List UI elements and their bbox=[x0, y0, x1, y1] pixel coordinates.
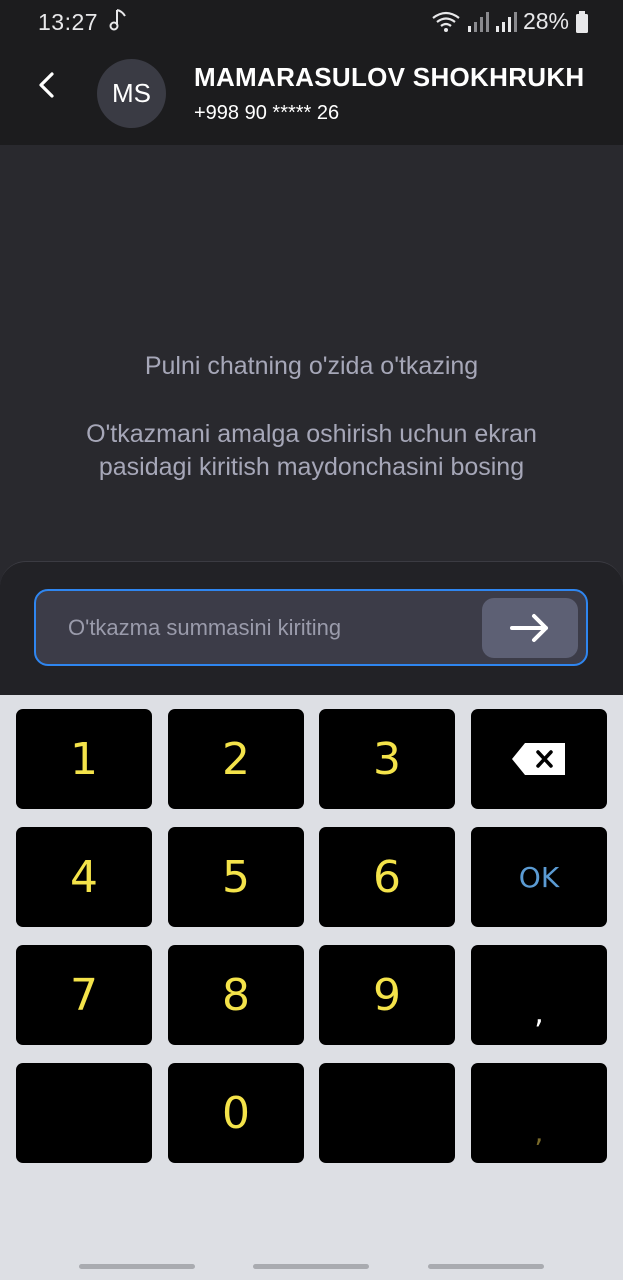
music-note-icon bbox=[109, 9, 126, 31]
key-7[interactable]: 7 bbox=[16, 945, 152, 1045]
wifi-icon bbox=[432, 11, 460, 32]
amount-panel bbox=[0, 561, 623, 702]
key-label: 7 bbox=[70, 969, 98, 1021]
key-8[interactable]: 8 bbox=[168, 945, 304, 1045]
key-blank[interactable] bbox=[319, 1063, 455, 1163]
contact-name: MAMARASULOV SHOKHRUKH bbox=[194, 62, 585, 92]
key-ok[interactable]: OK bbox=[471, 827, 607, 927]
send-button[interactable] bbox=[482, 598, 578, 658]
status-icons: 28% bbox=[431, 8, 589, 35]
amount-field[interactable] bbox=[34, 589, 588, 666]
avatar[interactable]: MS bbox=[97, 59, 166, 128]
avatar-initials: MS bbox=[112, 78, 151, 108]
numeric-keypad: 1 2 3 4 5 6 OK 7 8 9 , 0 , bbox=[0, 695, 623, 1280]
key-backspace[interactable] bbox=[471, 709, 607, 809]
key-label: 2 bbox=[222, 733, 250, 785]
signal-icon bbox=[495, 11, 517, 32]
amount-input[interactable] bbox=[66, 609, 470, 647]
hint-title: Pulni chatning o'zida o'tkazing bbox=[144, 352, 479, 380]
key-label: , bbox=[534, 996, 544, 1031]
key-0[interactable]: 0 bbox=[168, 1063, 304, 1163]
key-3[interactable]: 3 bbox=[319, 709, 455, 809]
key-label: 1 bbox=[70, 733, 98, 785]
battery-percent: 28% bbox=[522, 8, 569, 34]
nav-recents-handle[interactable] bbox=[79, 1264, 195, 1269]
key-label: 0 bbox=[222, 1087, 250, 1139]
key-label: , bbox=[534, 1116, 544, 1149]
key-blank[interactable] bbox=[16, 1063, 152, 1163]
key-label: 8 bbox=[222, 969, 250, 1021]
key-label: 9 bbox=[373, 969, 401, 1021]
status-bar: 13:27 28% bbox=[0, 0, 623, 44]
key-2[interactable]: 2 bbox=[168, 709, 304, 809]
nav-home-handle[interactable] bbox=[253, 1264, 369, 1269]
key-label: 3 bbox=[373, 733, 401, 785]
back-arrow-icon[interactable] bbox=[30, 66, 64, 104]
chat-area: Pulni chatning o'zida o'tkazing O'tkazma… bbox=[0, 145, 623, 585]
key-5[interactable]: 5 bbox=[168, 827, 304, 927]
key-label: 6 bbox=[373, 851, 401, 903]
key-comma[interactable]: , bbox=[471, 945, 607, 1045]
key-label: 4 bbox=[70, 851, 98, 903]
key-label: 5 bbox=[222, 851, 250, 903]
arrow-right-icon bbox=[510, 614, 548, 642]
backspace-icon bbox=[512, 743, 565, 775]
key-9[interactable]: 9 bbox=[319, 945, 455, 1045]
battery-icon bbox=[576, 10, 588, 33]
nav-back-handle[interactable] bbox=[428, 1264, 544, 1269]
key-label: OK bbox=[518, 860, 560, 894]
chat-header: MS MAMARASULOV SHOKHRUKH +998 90 ***** 2… bbox=[0, 44, 623, 145]
contact-phone: +998 90 ***** 26 bbox=[194, 102, 340, 124]
key-4[interactable]: 4 bbox=[16, 827, 152, 927]
hint-body: O'tkazmani amalga oshirish uchun ekran p… bbox=[86, 420, 537, 481]
signal-icon bbox=[467, 11, 489, 32]
key-comma[interactable]: , bbox=[471, 1063, 607, 1163]
key-1[interactable]: 1 bbox=[16, 709, 152, 809]
key-6[interactable]: 6 bbox=[319, 827, 455, 927]
status-time: 13:27 bbox=[38, 9, 99, 35]
